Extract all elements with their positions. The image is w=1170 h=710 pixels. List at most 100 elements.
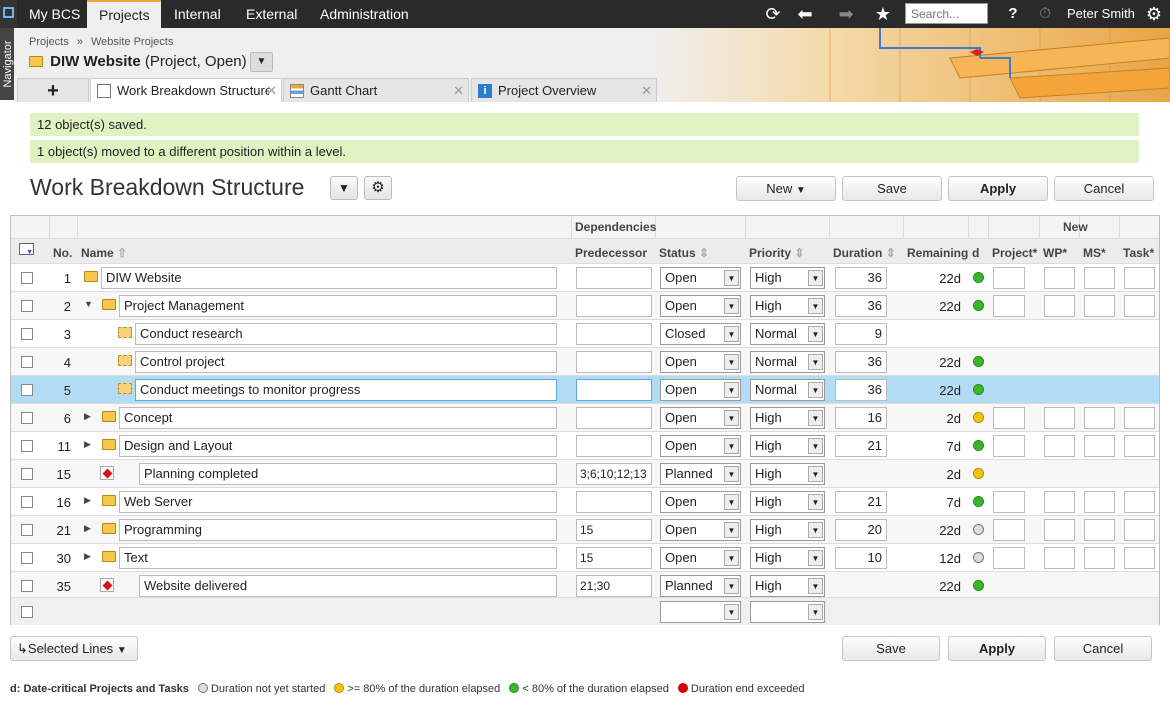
add-tab-button[interactable]: +	[17, 78, 89, 102]
new-ms-input[interactable]	[1084, 295, 1115, 317]
priority-filter-select[interactable]: ▼	[750, 601, 825, 623]
header-status[interactable]: Status ⇕	[659, 246, 709, 260]
table-row[interactable]: 6 ▶ Concept Open ▼ High ▼ 16 2d	[11, 403, 1159, 431]
selected-lines-button[interactable]: ↳Selected Lines ▼	[10, 636, 138, 661]
new-wp-input[interactable]	[1044, 547, 1075, 569]
duration-input[interactable]: 20	[835, 519, 887, 541]
new-ms-input[interactable]	[1084, 267, 1115, 289]
new-project-input[interactable]	[993, 435, 1025, 457]
new-ms-input[interactable]	[1084, 491, 1115, 513]
duration-input[interactable]: 16	[835, 407, 887, 429]
predecessor-input[interactable]	[576, 267, 652, 289]
close-icon[interactable]: ✕	[266, 79, 277, 102]
predecessor-input[interactable]	[576, 435, 652, 457]
save-button[interactable]: Save	[842, 176, 942, 201]
name-input[interactable]: Concept	[119, 407, 557, 429]
menu-tab-administration[interactable]: Administration	[308, 0, 421, 28]
project-menu-dropdown-icon[interactable]: ▼	[250, 52, 273, 72]
help-icon[interactable]: ?	[1001, 0, 1025, 28]
predecessor-input[interactable]: 3;6;10;12;13	[576, 463, 652, 485]
breadcrumb-projects[interactable]: Projects	[29, 36, 69, 48]
new-wp-input[interactable]	[1044, 435, 1075, 457]
duration-input[interactable]: 36	[835, 351, 887, 373]
predecessor-input[interactable]	[576, 491, 652, 513]
new-ms-input[interactable]	[1084, 547, 1115, 569]
new-ms-input[interactable]	[1084, 519, 1115, 541]
apply-button[interactable]: Apply	[948, 176, 1048, 201]
predecessor-input[interactable]	[576, 351, 652, 373]
timer-icon[interactable]: ⏱	[1033, 0, 1057, 28]
header-no[interactable]: No.	[53, 246, 72, 260]
new-wp-input[interactable]	[1044, 267, 1075, 289]
forward-arrow-icon[interactable]: ➡	[833, 0, 859, 28]
status-select[interactable]: Open ▼	[660, 295, 741, 317]
priority-select[interactable]: High ▼	[750, 407, 825, 429]
header-predecessor[interactable]: Predecessor	[575, 246, 647, 260]
name-input[interactable]: Conduct meetings to monitor progress	[135, 379, 557, 401]
status-select[interactable]: Open ▼	[660, 407, 741, 429]
priority-select[interactable]: High ▼	[750, 547, 825, 569]
priority-select[interactable]: Normal ▼	[750, 351, 825, 373]
new-wp-input[interactable]	[1044, 491, 1075, 513]
menu-tab-my-bcs[interactable]: My BCS	[17, 0, 92, 28]
new-wp-input[interactable]	[1044, 407, 1075, 429]
priority-select[interactable]: High ▼	[750, 519, 825, 541]
status-select[interactable]: Planned ▼	[660, 463, 741, 485]
name-input[interactable]: DIW Website	[101, 267, 557, 289]
name-input[interactable]: Project Management	[119, 295, 557, 317]
status-select[interactable]: Closed ▼	[660, 323, 741, 345]
collapse-icon[interactable]: ▼	[84, 299, 93, 309]
app-logo-icon[interactable]	[0, 0, 17, 28]
table-row[interactable]: 2 ▼ Project Management Open ▼ High ▼ 36 22d	[11, 291, 1159, 319]
predecessor-input[interactable]	[576, 295, 652, 317]
header-d[interactable]: d	[972, 246, 979, 260]
new-task-input[interactable]	[1124, 267, 1155, 289]
new-task-input[interactable]	[1124, 547, 1155, 569]
back-arrow-icon[interactable]: ⬅	[792, 0, 818, 28]
table-row[interactable]: 35 Website delivered 21;30 Planned ▼ High…	[11, 571, 1159, 599]
user-name[interactable]: Peter Smith	[1055, 0, 1147, 28]
status-select[interactable]: Open ▼	[660, 267, 741, 289]
priority-select[interactable]: High ▼	[750, 491, 825, 513]
priority-select[interactable]: High ▼	[750, 267, 825, 289]
name-input[interactable]: Web Server	[119, 491, 557, 513]
favorites-star-icon[interactable]: ★	[870, 0, 896, 28]
new-project-input[interactable]	[993, 267, 1025, 289]
navigator-toggle[interactable]: Navigator	[0, 28, 14, 100]
name-input[interactable]: Design and Layout	[119, 435, 557, 457]
predecessor-input[interactable]	[576, 407, 652, 429]
new-project-input[interactable]	[993, 547, 1025, 569]
header-duration[interactable]: Duration ⇕	[833, 246, 896, 260]
expand-icon[interactable]: ▶	[84, 495, 91, 506]
search-input[interactable]	[905, 3, 988, 24]
footer-cancel-button[interactable]: Cancel	[1054, 636, 1152, 661]
expand-icon[interactable]: ▶	[84, 551, 91, 562]
menu-tab-internal[interactable]: Internal	[162, 0, 233, 28]
menu-tab-projects[interactable]: Projects	[87, 0, 161, 28]
view-settings-gear-icon[interactable]: ⚙	[364, 176, 392, 200]
name-input[interactable]: Text	[119, 547, 557, 569]
expand-icon[interactable]: ▶	[84, 523, 91, 534]
column-chooser-icon[interactable]: ▼	[19, 243, 34, 256]
header-priority[interactable]: Priority ⇕	[749, 246, 804, 260]
new-project-input[interactable]	[993, 407, 1025, 429]
tab-gantt-chart[interactable]: Gantt Chart ✕	[283, 78, 469, 102]
status-select[interactable]: Open ▼	[660, 351, 741, 373]
table-row[interactable]: 11 ▶ Design and Layout Open ▼ High ▼ 21 7d	[11, 431, 1159, 459]
footer-save-button[interactable]: Save	[842, 636, 940, 661]
new-project-input[interactable]	[993, 519, 1025, 541]
priority-select[interactable]: High ▼	[750, 463, 825, 485]
table-row[interactable]: 30 ▶ Text 15 Open ▼ High ▼ 10 12d	[11, 543, 1159, 571]
refresh-icon[interactable]: ⟳	[760, 0, 786, 28]
expand-icon[interactable]: ▶	[84, 411, 91, 422]
cancel-button[interactable]: Cancel	[1054, 176, 1154, 201]
tab-project-overview[interactable]: i Project Overview ✕	[471, 78, 657, 102]
priority-select[interactable]: Normal ▼	[750, 379, 825, 401]
settings-gear-icon[interactable]: ⚙	[1142, 0, 1166, 28]
priority-select[interactable]: High ▼	[750, 295, 825, 317]
title-menu-dropdown-icon[interactable]: ▼	[330, 176, 358, 200]
duration-input[interactable]: 36	[835, 295, 887, 317]
new-task-input[interactable]	[1124, 435, 1155, 457]
menu-tab-external[interactable]: External	[234, 0, 309, 28]
duration-input[interactable]: 10	[835, 547, 887, 569]
